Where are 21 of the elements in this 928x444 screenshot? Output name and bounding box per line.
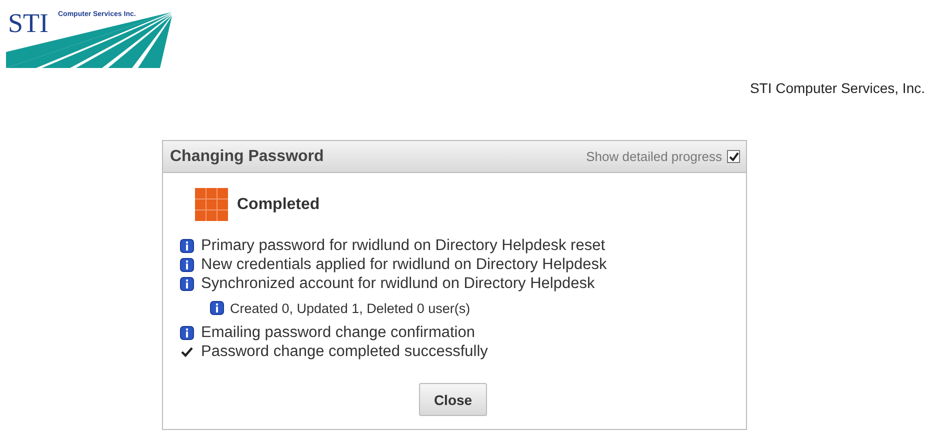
log-message: Emailing password change confirmation [201,324,475,342]
log-message: Created 0, Updated 1, Deleted 0 user(s) [230,300,470,316]
logo-mark: STI [8,8,48,38]
check-icon [180,344,194,358]
company-name: STI Computer Services, Inc. [750,80,925,98]
close-button[interactable]: Close [419,383,487,416]
log-message: Password change completed successfully [201,342,488,360]
info-icon [180,258,194,272]
status-text: Completed [237,196,320,214]
log-message: Primary password for rwidlund on Directory Helpdesk reset [201,236,606,254]
info-icon [210,301,224,315]
info-icon [180,326,194,340]
info-icon [180,276,194,290]
checkbox-label: Show detailed progress [586,149,722,164]
grid-icon [195,188,228,221]
log-message: New credentials applied for rwidlund on Directory Helpdesk [201,256,607,274]
stripes-icon [6,12,174,70]
dialog-title: Changing Password [170,148,324,166]
info-icon [180,238,194,252]
log-message: Synchronized account for rwidlund on Directory Helpdesk [201,274,595,292]
checkbox[interactable] [727,150,740,163]
